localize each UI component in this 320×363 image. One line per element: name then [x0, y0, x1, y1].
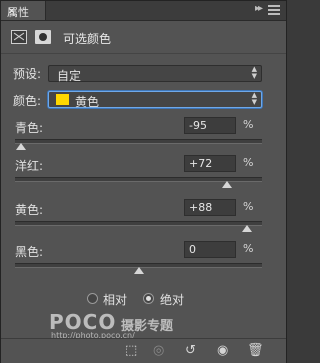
slider-value-input[interactable]: +88 — [184, 199, 236, 216]
slider-value: -95 — [189, 119, 207, 132]
dropdown-arrows-icon: ▲ ▼ — [251, 91, 257, 106]
layer-mask-icon[interactable] — [35, 30, 51, 44]
properties-panel: 属性 × ▸▸ 可选颜色 预设: 自定 ▲ ▼ 颜色: 黄色 ▲ ▼ 青色: -95%… — [0, 0, 287, 363]
slider-label: 青色: — [15, 121, 44, 135]
relative-radio[interactable] — [87, 293, 98, 304]
slider-thumb[interactable] — [16, 143, 27, 150]
slider-track[interactable] — [15, 139, 262, 144]
slider-value: +72 — [189, 157, 213, 170]
eye-icon[interactable]: ◉ — [217, 343, 228, 358]
slider-track[interactable] — [15, 221, 262, 226]
slider-thumb[interactable] — [133, 267, 144, 274]
panel-menu-icon[interactable] — [268, 4, 280, 16]
preset-dropdown[interactable]: 自定 ▲ ▼ — [48, 65, 262, 83]
percent-unit: % — [243, 242, 254, 255]
colors-dropdown[interactable]: 黄色 ▲ ▼ — [48, 91, 262, 109]
slider-thumb[interactable] — [222, 181, 233, 188]
clip-to-layer-icon[interactable]: ⬚ — [125, 343, 137, 358]
adjustment-title: 可选颜色 — [63, 32, 112, 46]
trash-icon[interactable]: 🗑 — [247, 343, 264, 358]
close-icon[interactable]: × — [7, 4, 16, 17]
slider-label: 黄色: — [15, 203, 44, 217]
preset-label: 预设: — [13, 67, 42, 81]
slider-value: +88 — [189, 201, 213, 214]
reset-icon[interactable]: ↺ — [185, 343, 196, 358]
absolute-label: 绝对 — [160, 293, 185, 307]
panel-tab-bar: 属性 × ▸▸ — [1, 1, 286, 21]
preset-value: 自定 — [57, 69, 82, 83]
colors-value: 黄色 — [75, 95, 100, 109]
percent-unit: % — [243, 156, 254, 169]
slider-thumb[interactable] — [242, 225, 253, 232]
relative-label: 相对 — [103, 293, 128, 307]
dropdown-arrows-icon: ▲ ▼ — [251, 65, 257, 80]
bottom-toolbar: ⬚ ◎ ↺ ◉ 🗑 — [1, 338, 286, 363]
slider-label: 洋红: — [15, 159, 44, 173]
slider-value-input[interactable]: 0 — [184, 241, 236, 258]
collapse-icon[interactable]: ▸▸ — [255, 3, 263, 14]
slider-value-input[interactable]: +72 — [184, 155, 236, 172]
slider-value: 0 — [189, 243, 196, 256]
selective-color-adjustment-icon[interactable] — [11, 30, 27, 44]
view-previous-state-icon[interactable]: ◎ — [153, 343, 164, 358]
tab-properties[interactable]: 属性 × — [1, 1, 46, 20]
colors-label: 颜色: — [13, 94, 42, 108]
color-swatch — [56, 94, 69, 105]
percent-unit: % — [243, 200, 254, 213]
adjustment-header: 可选颜色 — [1, 21, 286, 54]
percent-unit: % — [243, 118, 254, 131]
slider-value-input[interactable]: -95 — [184, 117, 236, 134]
slider-label: 黑色: — [15, 245, 44, 259]
absolute-radio[interactable] — [143, 293, 154, 304]
